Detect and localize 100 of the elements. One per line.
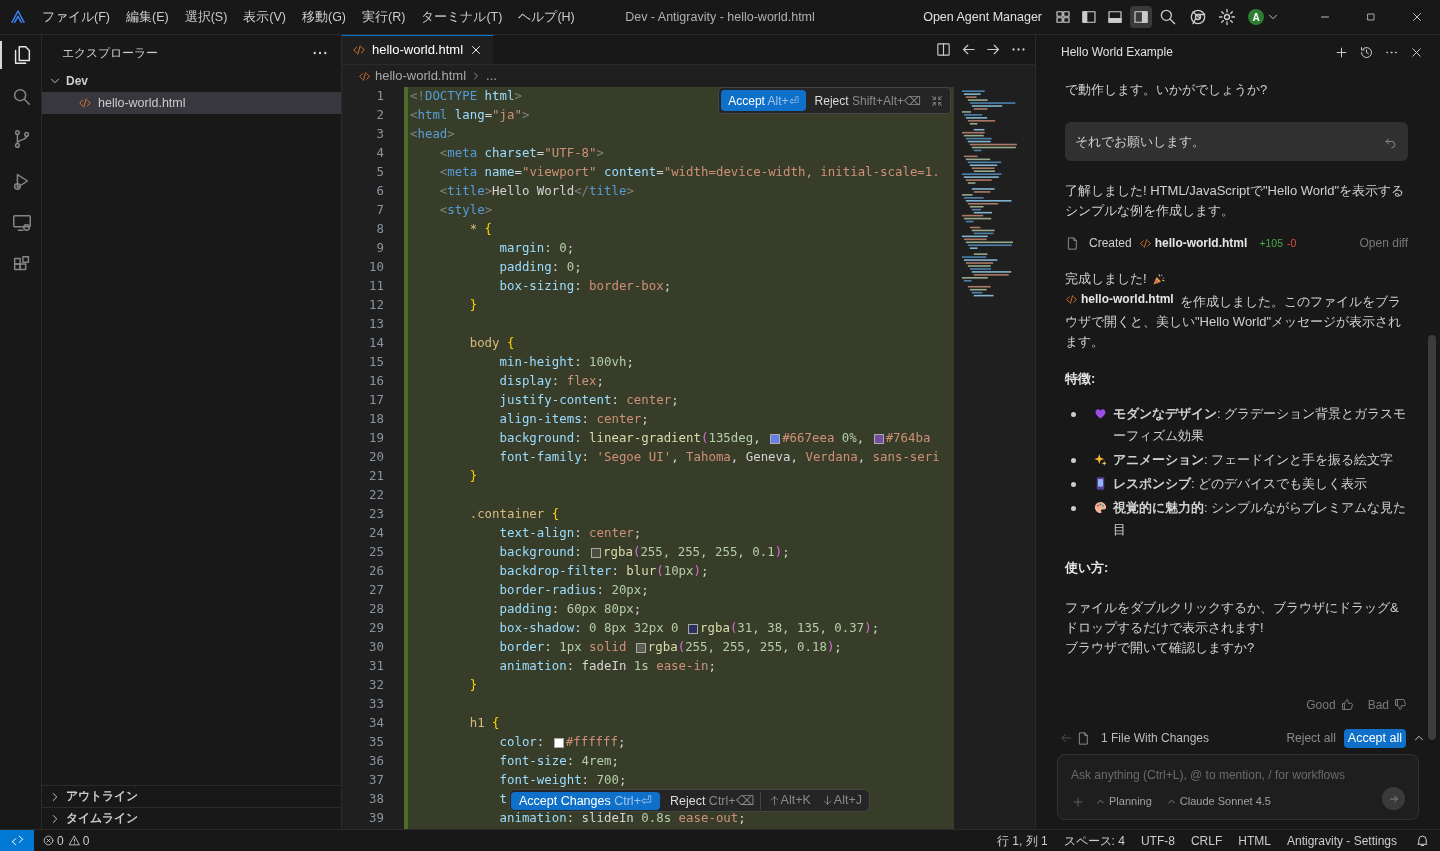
- split-editor-icon[interactable]: [935, 41, 952, 58]
- menu-item[interactable]: ターミナル(T): [413, 4, 511, 30]
- line-number: 6: [376, 182, 384, 201]
- code-text: background:: [499, 543, 583, 562]
- status-item[interactable]: UTF-8: [1132, 831, 1183, 850]
- line-number: 15: [369, 353, 384, 372]
- line-number: 39: [369, 809, 384, 828]
- previous-change-button[interactable]: Alt+K: [764, 791, 814, 810]
- line-number: 5: [376, 163, 384, 182]
- browser-icon[interactable]: [1188, 7, 1208, 27]
- bullet-icon: [1071, 411, 1076, 417]
- breadcrumb-item[interactable]: hello-world.html: [375, 66, 467, 86]
- line-number: 28: [369, 600, 384, 619]
- open-agent-manager-button[interactable]: Open Agent Manager: [919, 7, 1046, 27]
- editor-tab[interactable]: hello-world.html: [342, 35, 494, 64]
- bullet-icon: [1071, 457, 1076, 463]
- status-item[interactable]: HTML: [1230, 831, 1279, 850]
- chat-input-field[interactable]: Ask anything (Ctrl+L), @ to mention, / for workflows: [1071, 766, 1405, 784]
- model-selector[interactable]: Claude Sonnet 4.5: [1165, 793, 1271, 810]
- palette-icon: [1093, 499, 1108, 515]
- status-item[interactable]: Antigravity - Settings: [1278, 831, 1405, 850]
- bullet-text: 視覚的に魅力的: シンプルながらプレミアムな見た目: [1113, 498, 1408, 539]
- accept-all-button[interactable]: Accept all: [1343, 728, 1406, 748]
- code-text: <html lang="ja">: [410, 106, 530, 125]
- code-text: box-sizing: border-box;: [499, 277, 672, 296]
- chat-heading: 特徴:: [1065, 369, 1097, 388]
- reject-button[interactable]: Reject Shift+Alt+⌫: [809, 90, 926, 111]
- color-swatch[interactable]: [688, 623, 699, 634]
- code-text: body {: [469, 334, 515, 353]
- remote-button[interactable]: [0, 829, 34, 851]
- line-number: 4: [376, 144, 384, 163]
- plus-icon[interactable]: [1334, 44, 1349, 60]
- html-file-icon: [358, 69, 371, 83]
- sidebar-section-header[interactable]: アウトライン: [42, 785, 341, 807]
- app-logo-icon[interactable]: [10, 9, 26, 25]
- settings-icon[interactable]: [1217, 7, 1237, 27]
- reject-button[interactable]: Reject Ctrl+⌫: [663, 791, 761, 810]
- code-text: rgba(31, 38, 135, 0.37);: [700, 619, 880, 638]
- scrollbar-thumb[interactable]: [1428, 335, 1436, 740]
- code-text: <style>: [439, 201, 493, 220]
- maximize-icon: [1365, 11, 1377, 23]
- good-button[interactable]: Good: [1306, 694, 1355, 715]
- menu-item[interactable]: 実行(R): [354, 4, 414, 30]
- file-link[interactable]: hello-world.html: [1065, 289, 1174, 309]
- status-item[interactable]: CRLF: [1182, 831, 1231, 850]
- open-diff-link[interactable]: Open diff: [1359, 233, 1408, 253]
- code-text: font-family: 'Segoe UI', Tahoma, Geneva, Verdana, sans-seri: [499, 448, 940, 467]
- remote-icon: [9, 833, 25, 848]
- menu-item[interactable]: 移動(G): [294, 4, 355, 30]
- color-swatch[interactable]: [553, 737, 564, 748]
- color-swatch[interactable]: [591, 547, 602, 558]
- bad-button[interactable]: Bad: [1367, 694, 1408, 715]
- file-link[interactable]: hello-world.html: [1138, 233, 1248, 253]
- code-text: align-items: center;: [499, 410, 649, 429]
- remote-explorer-icon[interactable]: [10, 212, 33, 234]
- sidebar-section-header[interactable]: タイムライン: [42, 807, 341, 829]
- html-file-icon: [1065, 292, 1078, 306]
- menu-item[interactable]: 選択(S): [176, 4, 236, 30]
- code-text: }: [469, 467, 478, 486]
- chat-input-box[interactable]: Ask anything (Ctrl+L), @ to mention, / for workflows Planning Claude Sonnet 4.5: [1057, 754, 1419, 820]
- status-item[interactable]: 行 1, 列 1: [988, 831, 1056, 850]
- color-swatch[interactable]: [770, 433, 781, 444]
- layout-icon[interactable]: [1130, 6, 1152, 28]
- next-change-button[interactable]: Alt+J: [817, 791, 868, 810]
- menu-item[interactable]: 編集(E): [117, 4, 177, 30]
- menu-item[interactable]: ファイル(F): [34, 4, 118, 30]
- thumbs-down-icon: [1393, 697, 1408, 712]
- code-text: padding: 60px 80px;: [499, 600, 642, 619]
- changes-summary[interactable]: 1 File With Changes: [1101, 729, 1210, 747]
- line-number: 16: [369, 372, 384, 391]
- bell-icon[interactable]: [1415, 833, 1430, 848]
- collapse-icon[interactable]: [930, 93, 944, 108]
- line-number: 38: [369, 790, 384, 809]
- code-text: justify-content: center;: [499, 391, 679, 410]
- code-text: h1 {: [469, 714, 500, 733]
- panel-title: Hello World Example: [1061, 44, 1174, 61]
- breadcrumb-item[interactable]: ...: [486, 66, 497, 86]
- menu-item[interactable]: 表示(V): [235, 4, 294, 30]
- line-number: 8: [376, 220, 384, 239]
- color-swatch[interactable]: [635, 642, 646, 653]
- code-text: <head>: [410, 125, 455, 144]
- thumbs-up-icon: [1339, 697, 1355, 712]
- tree-item[interactable]: Dev: [42, 70, 341, 92]
- menu-item[interactable]: ヘルプ(H): [510, 4, 583, 30]
- problems-button[interactable]: 0 0: [42, 831, 90, 850]
- code-text: border: 1px solid: [499, 638, 628, 657]
- mode-selector[interactable]: Planning: [1095, 793, 1152, 810]
- line-number: 29: [369, 619, 384, 638]
- search-icon[interactable]: [1158, 7, 1178, 27]
- account-avatar[interactable]: A: [1248, 9, 1264, 25]
- color-swatch[interactable]: [873, 433, 884, 444]
- reject-all-button[interactable]: Reject all: [1286, 729, 1336, 747]
- line-number: 32: [369, 676, 384, 695]
- code-text: .container {: [469, 505, 560, 524]
- history-icon[interactable]: [1359, 44, 1374, 60]
- status-item[interactable]: スペース: 4: [1055, 831, 1133, 850]
- send-button[interactable]: [1382, 787, 1405, 810]
- accept-changes-button[interactable]: Accept Changes Ctrl+⏎: [511, 791, 660, 810]
- tree-item[interactable]: hello-world.html: [42, 92, 341, 114]
- accept-button[interactable]: Accept Alt+⏎: [721, 90, 806, 111]
